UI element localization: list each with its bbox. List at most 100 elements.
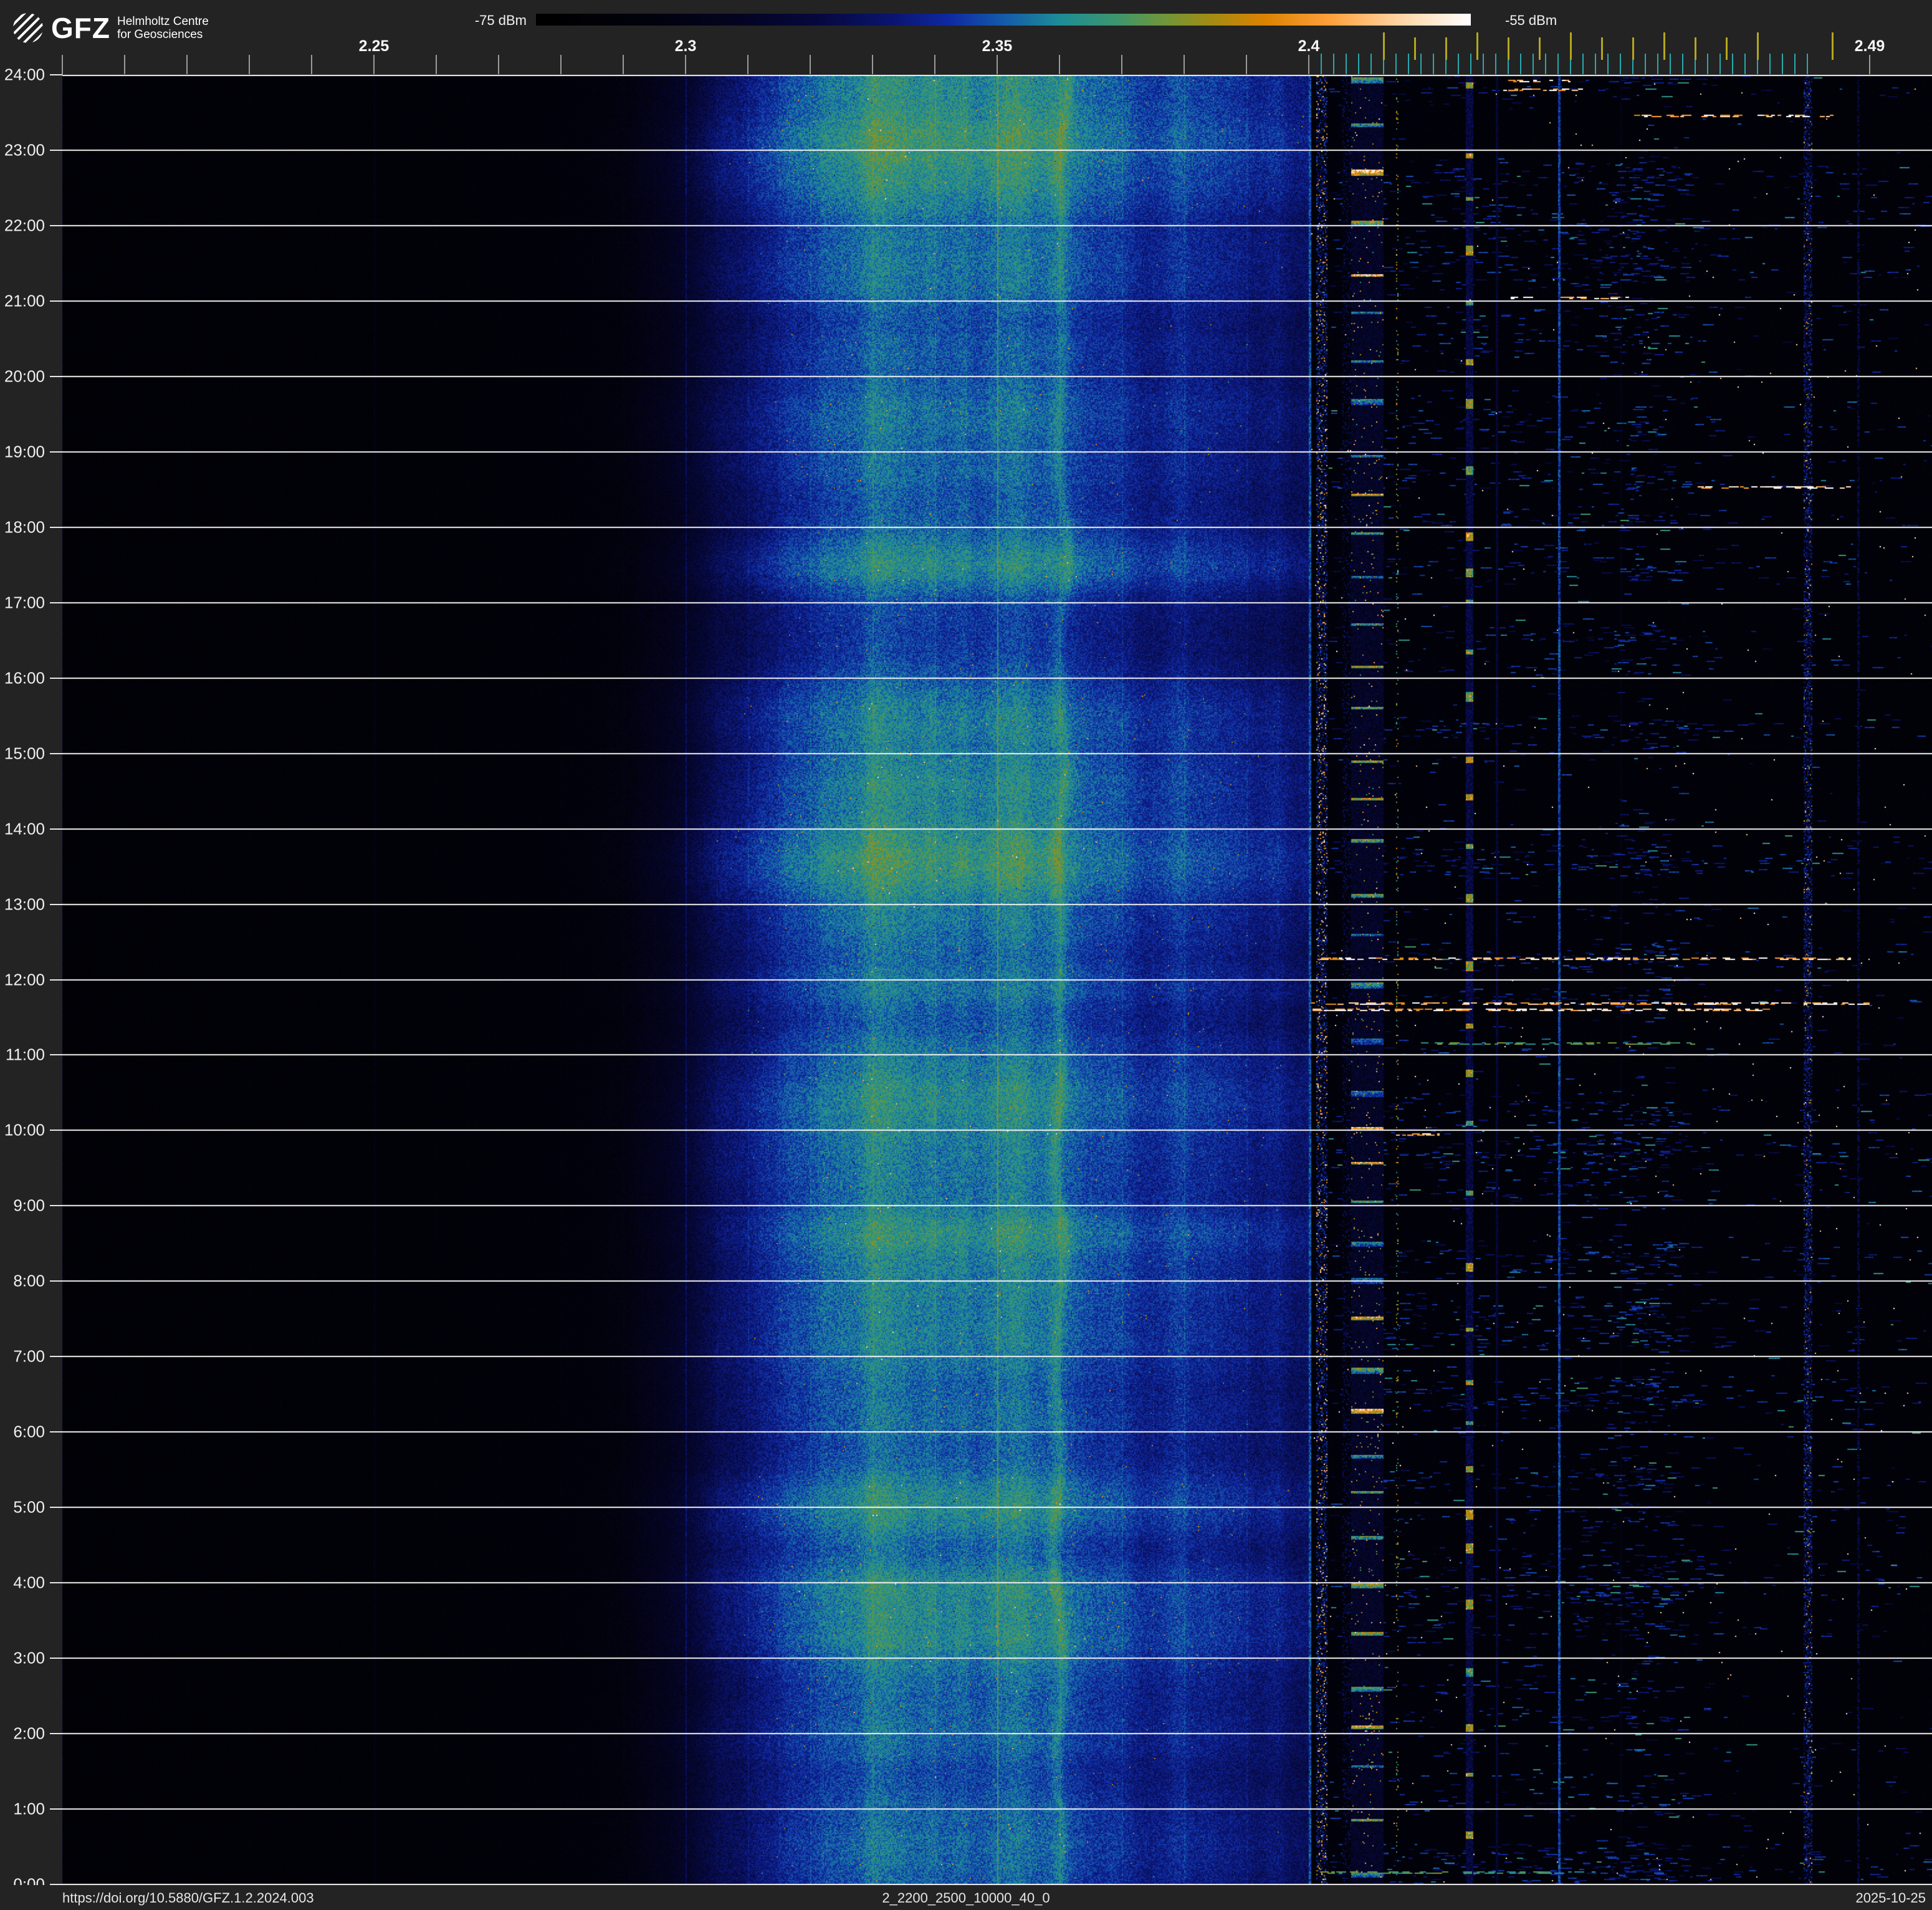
time-tick <box>50 1582 62 1583</box>
time-label: 23:00 <box>4 140 45 160</box>
time-tick <box>50 1733 62 1734</box>
time-tick <box>50 225 62 226</box>
colorbar <box>536 14 1471 26</box>
time-label: 8:00 <box>13 1271 45 1290</box>
freq-tick-gray <box>810 55 811 74</box>
ble-channel-tick <box>1557 54 1559 74</box>
time-tick <box>50 602 62 603</box>
ble-channel-tick <box>1358 54 1359 74</box>
time-tick <box>50 678 62 679</box>
ble-channel-tick <box>1620 54 1621 74</box>
freq-tick-gray <box>436 55 437 74</box>
wifi-channel-tick <box>1383 32 1385 60</box>
spectrogram-canvas <box>62 75 1932 1885</box>
freq-tick-gray <box>1869 55 1870 74</box>
freq-tick-gray <box>311 55 312 74</box>
time-label: 4:00 <box>13 1573 45 1592</box>
gfz-logo-brand: GFZ <box>51 12 110 44</box>
time-tick <box>50 1808 62 1810</box>
ble-channel-tick <box>1495 54 1496 74</box>
time-tick <box>50 300 62 302</box>
ble-channel-tick <box>1794 54 1796 74</box>
time-tick <box>50 1431 62 1432</box>
ble-channel-tick <box>1769 54 1771 74</box>
freq-tick-gray <box>685 55 686 74</box>
freq-tick-gray <box>747 55 748 74</box>
doi-link[interactable]: https://doi.org/10.5880/GFZ.1.2.2024.003 <box>62 1890 314 1906</box>
time-label: 15:00 <box>4 744 45 763</box>
ble-channel-tick <box>1682 54 1683 74</box>
time-tick <box>50 1054 62 1055</box>
ble-channel-tick <box>1395 54 1397 74</box>
freq-tick-label: 2.25 <box>358 37 390 55</box>
wifi-channel-tick <box>1695 37 1696 60</box>
ble-channel-tick <box>1533 54 1534 74</box>
ble-channel-tick <box>1645 54 1646 74</box>
freq-tick-gray <box>62 55 63 74</box>
ble-channel-tick <box>1420 54 1422 74</box>
ble-channel-tick <box>1707 54 1708 74</box>
time-tick <box>50 451 62 453</box>
time-label: 9:00 <box>13 1196 45 1215</box>
time-tick <box>50 828 62 830</box>
ble-channel-tick <box>1321 54 1322 74</box>
ble-channel-tick <box>1458 54 1459 74</box>
wifi-channel-tick <box>1539 37 1541 60</box>
freq-tick-gray <box>186 55 188 74</box>
wifi-channel-tick <box>1508 37 1509 60</box>
time-label: 6:00 <box>13 1422 45 1441</box>
ble-channel-tick <box>1545 54 1546 74</box>
time-tick <box>50 527 62 528</box>
freq-tick-gray <box>1059 55 1060 74</box>
ble-channel-tick <box>1719 54 1721 74</box>
wifi-channel-tick <box>1832 32 1834 60</box>
time-tick <box>50 1658 62 1659</box>
time-label: 5:00 <box>13 1497 45 1517</box>
ble-channel-tick <box>1370 54 1372 74</box>
gfz-logo-subtitle-line1: Helmholtz Centre <box>117 15 209 28</box>
ble-channel-tick <box>1433 54 1434 74</box>
ble-channel-tick <box>1595 54 1596 74</box>
freq-tick-gray <box>560 55 562 74</box>
time-tick <box>50 1356 62 1357</box>
time-label: 16:00 <box>4 668 45 688</box>
colorbar-min-label: -75 dBm <box>474 12 527 28</box>
time-tick <box>50 74 62 75</box>
wifi-channel-tick <box>1476 32 1478 60</box>
freq-tick-gray <box>1308 55 1309 74</box>
wifi-channel-tick <box>1726 37 1728 60</box>
date-label: 2025-10-25 <box>1855 1890 1926 1906</box>
time-label: 21:00 <box>4 291 45 310</box>
dataset-id: 2_2200_2500_10000_40_0 <box>882 1890 1050 1906</box>
ble-channel-tick <box>1782 54 1783 74</box>
time-label: 19:00 <box>4 442 45 461</box>
footer: https://doi.org/10.5880/GFZ.1.2.2024.003… <box>0 1885 1932 1910</box>
freq-tick-label: 2.3 <box>674 37 697 55</box>
freq-tick-gray <box>934 55 935 74</box>
time-label: 22:00 <box>4 216 45 235</box>
time-label: 10:00 <box>4 1120 45 1140</box>
wifi-channel-tick <box>1632 37 1634 60</box>
time-label: 7:00 <box>13 1346 45 1366</box>
time-tick <box>50 1507 62 1508</box>
time-tick <box>50 979 62 981</box>
ble-channel-tick <box>1807 54 1808 74</box>
freq-tick-gray <box>124 55 125 74</box>
ble-channel-tick <box>1744 54 1746 74</box>
ble-channel-tick <box>1670 54 1671 74</box>
time-tick <box>50 1205 62 1206</box>
wifi-channel-tick <box>1570 32 1572 60</box>
time-label: 13:00 <box>4 895 45 914</box>
time-tick <box>50 753 62 754</box>
ble-channel-tick <box>1346 54 1347 74</box>
ble-channel-tick <box>1333 54 1334 74</box>
ble-channel-tick <box>1607 54 1609 74</box>
time-tick <box>50 376 62 377</box>
colorbar-max-label: -55 dBm <box>1505 12 1557 28</box>
freq-tick-gray <box>1246 55 1247 74</box>
freq-tick-gray <box>872 55 873 74</box>
header: GFZ Helmholtz Centre for Geosciences -75… <box>0 0 1932 75</box>
freq-tick-gray <box>1121 55 1122 74</box>
wifi-channel-tick <box>1414 37 1416 60</box>
time-label: 1:00 <box>13 1799 45 1818</box>
